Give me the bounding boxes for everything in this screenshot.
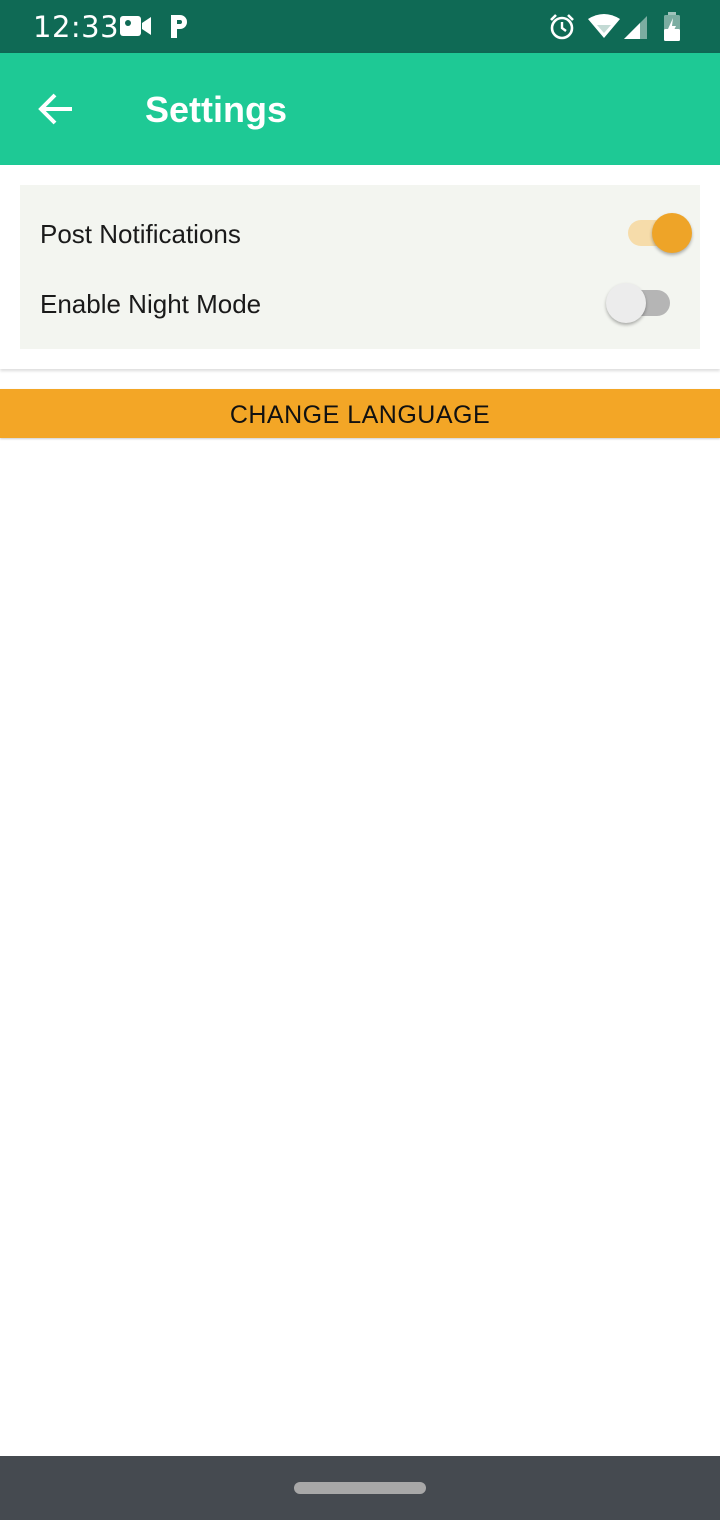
post-notifications-label: Post Notifications [40,219,241,249]
wifi-icon [588,13,620,44]
home-gesture-handle[interactable] [294,1482,426,1494]
change-language-button[interactable]: CHANGE LANGUAGE [0,389,720,438]
arrow-left-icon [28,93,84,141]
alarm-icon [548,13,576,46]
battery-charging-icon [664,12,680,47]
video-camera-icon [120,14,152,43]
setting-row-night-mode: Enable Night Mode [20,269,700,339]
night-mode-toggle[interactable] [606,279,678,327]
app-bar: Settings [0,53,720,165]
back-button[interactable] [28,81,84,137]
cell-signal-icon [624,16,648,45]
post-notifications-toggle[interactable] [620,209,692,257]
toggle-thumb [652,213,692,253]
status-time: 12:33 [33,10,120,44]
settings-panel: Post Notifications Enable Night Mode [20,185,700,349]
settings-card: Post Notifications Enable Night Mode [0,165,720,369]
night-mode-label: Enable Night Mode [40,289,262,319]
parking-icon [168,12,190,45]
navigation-bar [0,1456,720,1520]
toggle-thumb [606,283,646,323]
status-bar: 12:33 [0,0,720,53]
page-title: Settings [145,89,288,130]
setting-row-post-notifications: Post Notifications [20,199,700,269]
